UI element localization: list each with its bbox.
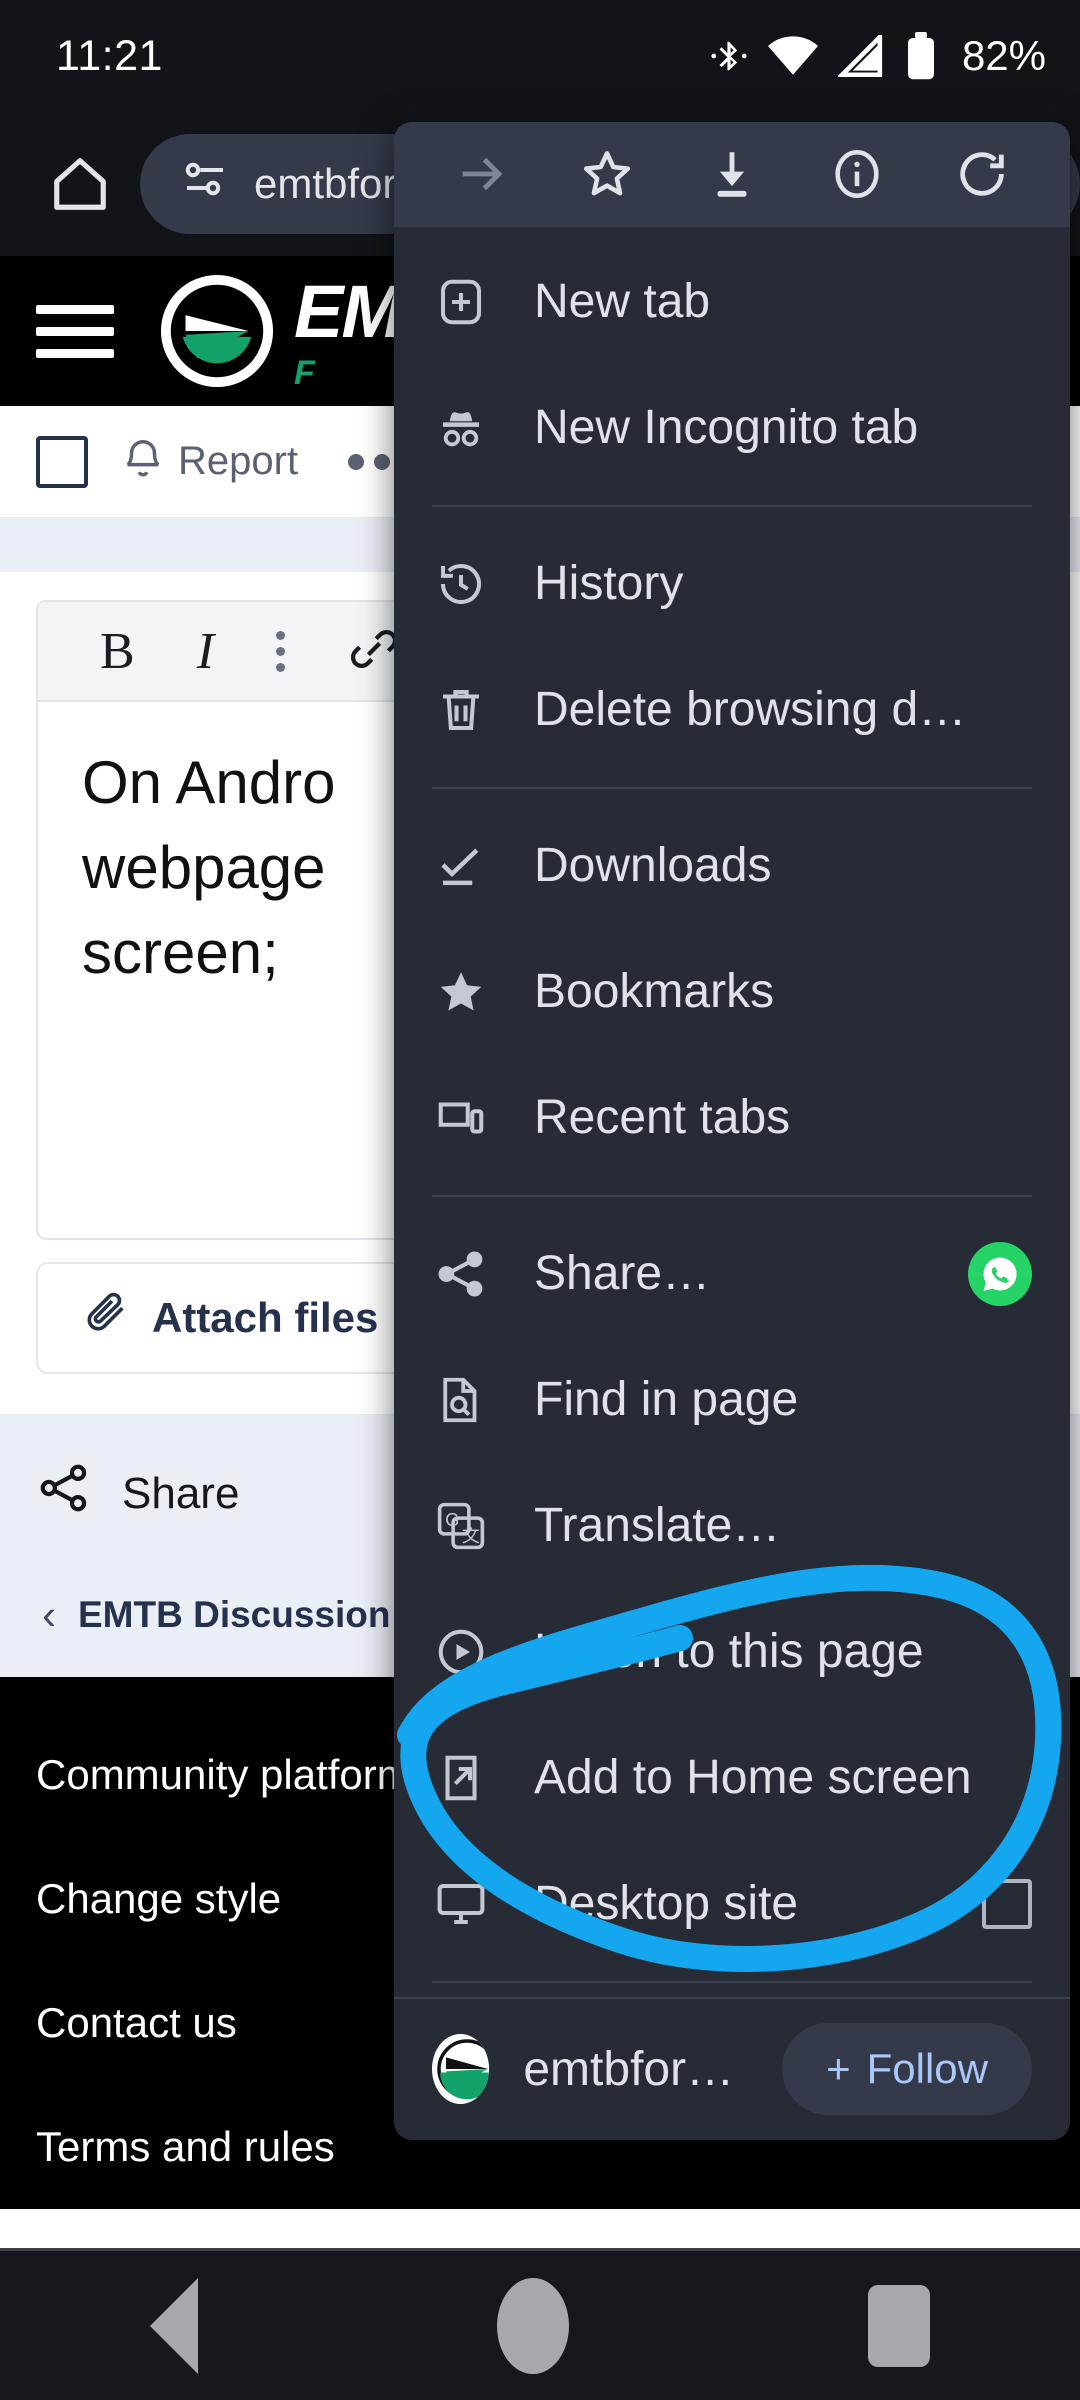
wifi-icon [767, 35, 818, 77]
menu-divider [432, 1980, 1032, 1983]
cellular-signal-icon [837, 35, 884, 77]
paperclip-icon [84, 1290, 130, 1346]
menu-item-desktop-site[interactable]: Desktop site [394, 1841, 1070, 1967]
menu-item-label: History [534, 557, 684, 611]
menu-item-find-in-page[interactable]: Find in page [394, 1337, 1070, 1463]
share-target-whatsapp[interactable] [968, 1241, 1032, 1306]
menu-item-label: Delete browsing d… [534, 683, 967, 737]
menu-item-downloads[interactable]: Downloads [394, 803, 1070, 929]
plus-icon: + [826, 2045, 851, 2093]
listen-play-icon [432, 1623, 490, 1681]
new-tab-icon [432, 273, 490, 331]
menu-item-delete-browsing-data[interactable]: Delete browsing d… [394, 647, 1070, 773]
bell-icon [122, 434, 164, 490]
menu-item-list: New tab New Incognito tab History Delete… [394, 227, 1070, 1997]
menu-footer: emtbfor… + Follow [394, 1996, 1070, 2140]
whatsapp-icon [968, 1241, 1032, 1306]
menu-item-label: Translate… [534, 1499, 781, 1553]
menu-item-label: Find in page [534, 1373, 799, 1427]
menu-item-new-incognito-tab[interactable]: New Incognito tab [394, 365, 1070, 491]
menu-item-label: Desktop site [534, 1877, 799, 1931]
incognito-icon [432, 399, 490, 457]
battery-icon [904, 32, 938, 80]
bluetooth-icon [710, 33, 748, 79]
italic-icon[interactable]: I [197, 622, 214, 681]
menu-item-label: New Incognito tab [534, 401, 919, 455]
desktop-site-icon [432, 1875, 490, 1933]
android-navigation-bar [0, 2248, 1080, 2400]
menu-item-translate[interactable]: G文 Translate… [394, 1463, 1070, 1589]
trash-icon [432, 681, 490, 739]
menu-item-recent-tabs[interactable]: Recent tabs [394, 1055, 1070, 1181]
menu-quick-actions [394, 122, 1070, 227]
status-bar: 11:21 82% [0, 0, 1080, 112]
menu-item-label: Listen to this page [534, 1625, 924, 1679]
link-icon[interactable] [347, 622, 401, 681]
menu-item-listen-to-this-page[interactable]: Listen to this page [394, 1589, 1070, 1715]
page-info-icon[interactable] [815, 132, 899, 216]
attach-files-label: Attach files [152, 1294, 379, 1341]
bold-icon[interactable]: B [100, 622, 135, 681]
translate-icon: G文 [432, 1497, 490, 1555]
menu-item-label: Downloads [534, 839, 772, 893]
emtb-logo-icon [158, 272, 276, 390]
report-label: Report [178, 439, 299, 483]
back-button[interactable] [149, 2277, 198, 2374]
history-icon [432, 555, 490, 613]
page-settings-icon[interactable] [180, 159, 230, 209]
menu-item-label: Share… [534, 1247, 711, 1301]
share-icon [432, 1245, 490, 1303]
bookmarks-star-icon [432, 963, 490, 1021]
forward-arrow-icon[interactable] [440, 132, 524, 216]
recents-button[interactable] [868, 2284, 931, 2367]
menu-divider [432, 786, 1032, 789]
menu-item-label: Recent tabs [534, 1091, 791, 1145]
add-to-home-icon [432, 1749, 490, 1807]
battery-percent: 82% [961, 32, 1046, 79]
status-icon-group: 82% [710, 32, 1046, 80]
url-text: emtbfor [254, 160, 397, 207]
menu-item-label: New tab [534, 275, 711, 329]
follow-label: Follow [866, 2045, 988, 2093]
menu-item-new-tab[interactable]: New tab [394, 239, 1070, 365]
attach-files-button[interactable]: Attach files [36, 1262, 427, 1374]
home-icon[interactable] [30, 134, 130, 234]
desktop-site-checkbox[interactable] [982, 1878, 1032, 1929]
find-in-page-icon [432, 1371, 490, 1429]
menu-item-label: Bookmarks [534, 965, 775, 1019]
menu-footer-site-name: emtbfor… [523, 2042, 735, 2096]
recent-tabs-icon [432, 1089, 490, 1147]
status-clock: 11:21 [56, 31, 163, 80]
download-icon[interactable] [690, 132, 774, 216]
menu-item-add-to-home-screen[interactable]: Add to Home screen [394, 1715, 1070, 1841]
menu-item-bookmarks[interactable]: Bookmarks [394, 929, 1070, 1055]
emtb-site-icon [432, 2034, 490, 2105]
share-label: Share [122, 1468, 240, 1518]
menu-divider [432, 504, 1032, 507]
site-logo-text: EM [294, 270, 403, 353]
bookmark-star-icon[interactable] [565, 132, 649, 216]
menu-divider [432, 1194, 1032, 1197]
chrome-overflow-menu: New tab New Incognito tab History Delete… [394, 122, 1070, 2140]
menu-item-history[interactable]: History [394, 521, 1070, 647]
site-logo[interactable]: EM F [158, 269, 403, 393]
share-icon [36, 1460, 92, 1527]
breadcrumb-label: EMTB Discussion [78, 1594, 391, 1635]
phone-screen: 11:21 82% emtbfor EM F Report B I On And… [0, 0, 1080, 2400]
more-format-icon[interactable] [276, 630, 286, 672]
follow-button[interactable]: + Follow [782, 2023, 1032, 2116]
svg-text:文: 文 [462, 1525, 480, 1545]
selection-checkbox[interactable] [36, 435, 88, 488]
home-button[interactable] [496, 2277, 569, 2374]
menu-item-label: Add to Home screen [534, 1751, 972, 1805]
svg-text:G: G [445, 1510, 459, 1530]
site-logo-subtext: F [294, 354, 315, 392]
downloads-icon [432, 837, 490, 895]
chevron-left-icon: ‹ [42, 1591, 56, 1638]
menu-item-share[interactable]: Share… [394, 1211, 1070, 1337]
hamburger-menu-icon[interactable] [36, 304, 114, 358]
reload-icon[interactable] [940, 132, 1024, 216]
report-button[interactable]: Report [122, 434, 298, 490]
